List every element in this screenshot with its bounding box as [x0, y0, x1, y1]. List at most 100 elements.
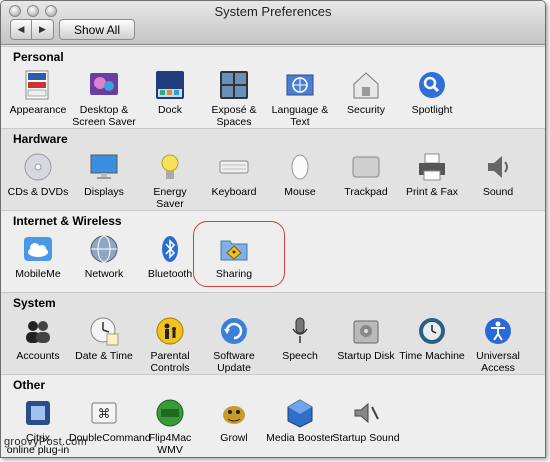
item-label: CDs & DVDs — [7, 186, 69, 198]
speech-icon — [284, 315, 316, 347]
item-label: Trackpad — [344, 186, 388, 198]
section-hardware: Hardware CDs & DVDs Displays Energy Save… — [1, 128, 545, 210]
pref-displays[interactable]: Displays — [69, 151, 139, 198]
mobileme-icon — [22, 233, 54, 265]
mouse-icon — [284, 151, 316, 183]
back-button[interactable]: ◀ — [10, 19, 32, 40]
item-label: Mouse — [284, 186, 316, 198]
pref-trackpad[interactable]: Trackpad — [331, 151, 401, 198]
item-label: Appearance — [9, 104, 67, 116]
item-label: Keyboard — [211, 186, 257, 198]
startup-sound-icon — [350, 397, 382, 429]
bluetooth-icon — [154, 233, 186, 265]
desktop-screensaver-icon — [88, 69, 120, 101]
pref-parental-controls[interactable]: Parental Controls — [135, 315, 205, 374]
item-label: Security — [347, 104, 385, 116]
software-update-icon — [218, 315, 250, 347]
appearance-icon — [22, 69, 54, 101]
print-fax-icon — [416, 151, 448, 183]
pref-universal-access[interactable]: Universal Access — [463, 315, 533, 374]
spotlight-icon — [416, 69, 448, 101]
item-label: Displays — [84, 186, 124, 198]
sound-icon — [482, 151, 514, 183]
pref-network[interactable]: Network — [69, 233, 139, 280]
item-label: Exposé & Spaces — [211, 104, 257, 128]
keyboard-icon — [218, 151, 250, 183]
pref-dock[interactable]: Dock — [135, 69, 205, 116]
item-label: MobileMe — [15, 268, 61, 280]
pref-keyboard[interactable]: Keyboard — [199, 151, 269, 198]
date-time-icon — [88, 315, 120, 347]
pref-startup-disk[interactable]: Startup Disk — [331, 315, 401, 362]
pref-growl[interactable]: Growl — [199, 397, 269, 444]
item-label: Language & Text — [271, 104, 329, 128]
pref-speech[interactable]: Speech — [265, 315, 335, 362]
section-title: Personal — [13, 50, 64, 64]
item-label: Growl — [220, 432, 248, 444]
item-label: Universal Access — [476, 350, 520, 374]
pref-mouse[interactable]: Mouse — [265, 151, 335, 198]
pref-energy-saver[interactable]: Energy Saver — [135, 151, 205, 210]
dock-icon — [154, 69, 186, 101]
pref-media-booster[interactable]: Media Booster — [265, 397, 335, 444]
item-label: Time Machine — [399, 350, 465, 362]
pref-mobileme[interactable]: MobileMe — [3, 233, 73, 280]
pref-desktop-screensaver[interactable]: Desktop & Screen Saver — [69, 69, 139, 128]
energy-saver-icon — [154, 151, 186, 183]
pref-appearance[interactable]: Appearance — [3, 69, 73, 116]
show-all-button[interactable]: Show All — [59, 19, 135, 40]
pref-print-fax[interactable]: Print & Fax — [397, 151, 467, 198]
sharing-highlight-annotation — [193, 221, 285, 287]
item-label: Startup Sound — [332, 432, 400, 444]
doublecommand-icon: ⌘ — [88, 397, 120, 429]
pref-flip4mac[interactable]: Flip4Mac WMV — [135, 397, 205, 456]
item-label: Speech — [282, 350, 318, 362]
item-label: Dock — [158, 104, 182, 116]
watermark: groovyPost.com — [4, 436, 88, 448]
pref-software-update[interactable]: Software Update — [199, 315, 269, 374]
item-label: Accounts — [16, 350, 60, 362]
item-label: Sound — [482, 186, 514, 198]
pref-time-machine[interactable]: Time Machine — [397, 315, 467, 362]
item-label: Parental Controls — [150, 350, 190, 374]
item-label: Print & Fax — [406, 186, 458, 198]
network-icon — [88, 233, 120, 265]
pref-security[interactable]: Security — [331, 69, 401, 116]
item-label: Spotlight — [411, 104, 453, 116]
forward-button[interactable]: ▶ — [32, 19, 54, 40]
title-bar: System Preferences ◀ ▶ Show All — [1, 1, 545, 45]
expose-spaces-icon — [218, 69, 250, 101]
pref-sound[interactable]: Sound — [463, 151, 533, 198]
displays-icon — [88, 151, 120, 183]
section-personal: Personal Appearance Desktop & Screen Sav… — [1, 46, 545, 128]
item-label: Software Update — [213, 350, 255, 374]
pref-spotlight[interactable]: Spotlight — [397, 69, 467, 116]
security-icon — [350, 69, 382, 101]
trackpad-icon — [350, 151, 382, 183]
pref-date-time[interactable]: Date & Time — [69, 315, 139, 362]
item-label: Energy Saver — [153, 186, 187, 210]
navigation-buttons: ◀ ▶ — [10, 19, 54, 40]
pref-expose-spaces[interactable]: Exposé & Spaces — [199, 69, 269, 128]
item-label: Desktop & Screen Saver — [72, 104, 136, 128]
section-title: Other — [13, 378, 46, 392]
pref-accounts[interactable]: Accounts — [3, 315, 73, 362]
window-title: System Preferences — [214, 4, 332, 19]
growl-icon — [218, 397, 250, 429]
parental-controls-icon — [154, 315, 186, 347]
item-label: Date & Time — [75, 350, 133, 362]
flip4mac-icon — [154, 397, 186, 429]
item-label: Media Booster — [266, 432, 334, 444]
cds-dvds-icon — [22, 151, 54, 183]
pref-startup-sound[interactable]: Startup Sound — [331, 397, 401, 444]
svg-text:⌘: ⌘ — [98, 407, 111, 422]
item-label: Flip4Mac WMV — [148, 432, 192, 456]
startup-disk-icon — [350, 315, 382, 347]
pref-cds-dvds[interactable]: CDs & DVDs — [3, 151, 73, 198]
accounts-icon — [22, 315, 54, 347]
pref-language-text[interactable]: Language & Text — [265, 69, 335, 128]
section-system: System Accounts Date & Time Parental Con… — [1, 292, 545, 374]
time-machine-icon — [416, 315, 448, 347]
section-title: Hardware — [13, 132, 68, 146]
section-title: System — [13, 296, 56, 310]
